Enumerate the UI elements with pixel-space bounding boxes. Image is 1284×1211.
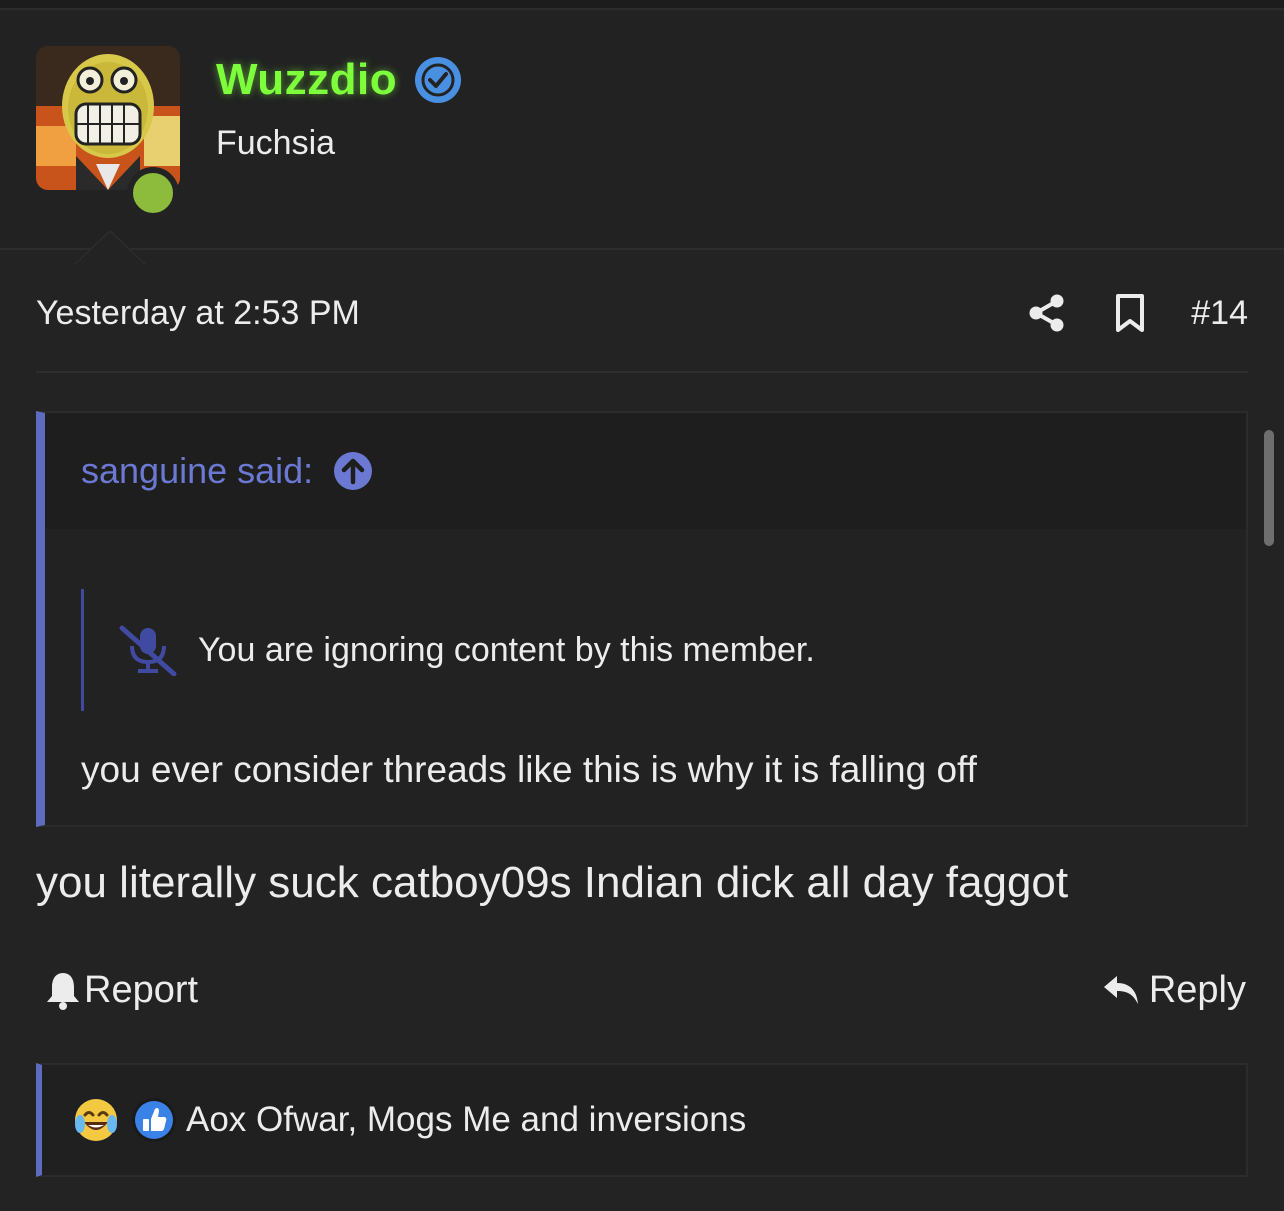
online-status-indicator (127, 167, 179, 219)
ignored-notice-text: You are ignoring content by this member. (198, 630, 815, 669)
reply-button[interactable]: Reply (1101, 969, 1246, 1012)
quote-header[interactable]: sanguine said: (45, 413, 1246, 529)
post-timestamp[interactable]: Yesterday at 2:53 PM (36, 294, 360, 333)
username-row: Wuzzdio (216, 52, 462, 108)
quote-author[interactable]: sanguine said: (81, 450, 313, 492)
reactions-bar[interactable]: Aox Ofwar, Mogs Me and inversions (36, 1063, 1248, 1177)
quote-block: sanguine said: You are ignoring content … (36, 411, 1248, 827)
post-number[interactable]: #14 (1191, 294, 1248, 333)
user-title: Fuchsia (216, 124, 336, 162)
post-meta-actions: #14 (1027, 293, 1248, 333)
username[interactable]: Wuzzdio (216, 55, 397, 105)
like-icon (132, 1098, 176, 1142)
reply-label: Reply (1148, 968, 1246, 1011)
post-actions: Report Reply (36, 964, 1246, 1016)
quote-body: you ever consider threads like this is w… (81, 749, 977, 790)
ignored-content-notice: You are ignoring content by this member. (81, 589, 981, 711)
user-header: Wuzzdio Fuchsia (0, 12, 1284, 264)
reaction-users[interactable]: Aox Ofwar, Mogs Me and inversions (186, 1100, 746, 1140)
reply-icon (1103, 976, 1138, 1004)
scrollbar[interactable] (1264, 430, 1274, 546)
post-meta: Yesterday at 2:53 PM #14 (36, 288, 1248, 338)
bookmark-icon[interactable] (1113, 293, 1147, 333)
post-body: you literally suck catboy09s Indian dick… (36, 858, 1069, 907)
share-icon[interactable] (1027, 293, 1067, 333)
muted-microphone-icon (119, 625, 177, 676)
arrow-up-circle-icon[interactable] (333, 451, 373, 491)
bell-icon (47, 973, 79, 1010)
meta-divider (36, 371, 1248, 373)
report-label: Report (84, 968, 199, 1011)
laugh-cry-icon (75, 1099, 117, 1141)
verified-check-icon (415, 57, 462, 103)
report-button[interactable]: Report (36, 969, 198, 1012)
header-pointer (76, 232, 144, 264)
top-divider (0, 0, 1284, 10)
